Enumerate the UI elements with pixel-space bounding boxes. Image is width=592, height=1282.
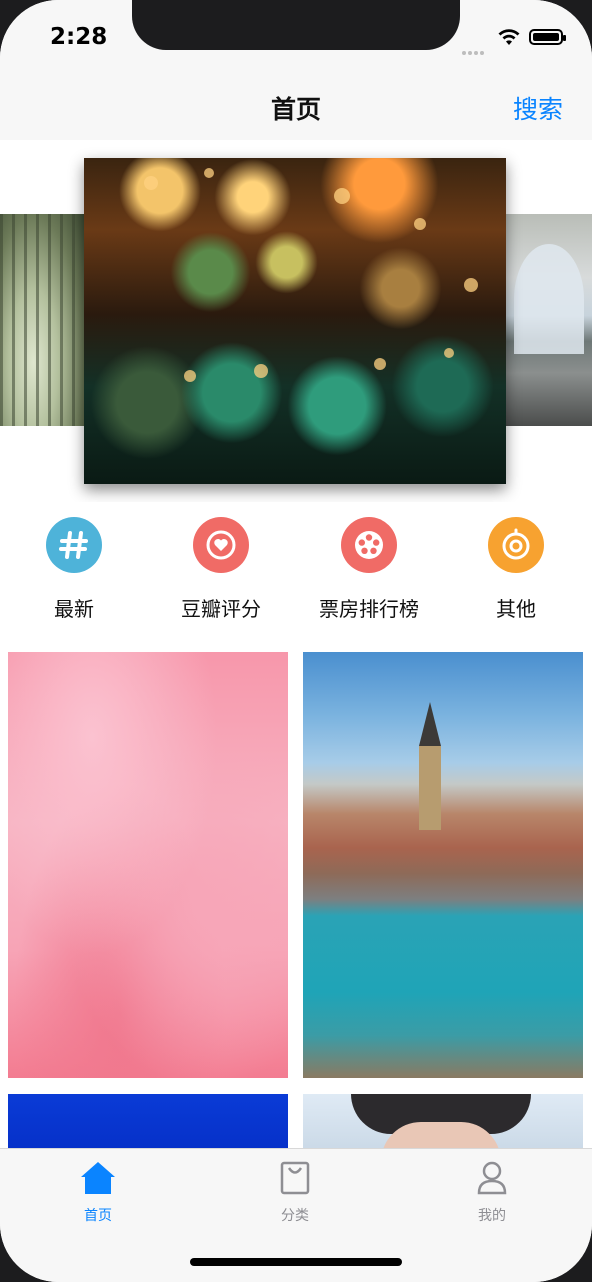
tab-label: 我的 bbox=[478, 1208, 506, 1224]
tab-label: 首页 bbox=[84, 1208, 112, 1224]
tab-label: 分类 bbox=[281, 1208, 309, 1224]
tab-mine[interactable]: 我的 bbox=[394, 1159, 590, 1225]
category-row: 最新 豆瓣评分 票房排行榜 其他 bbox=[0, 502, 592, 640]
bokeh-light bbox=[444, 348, 454, 358]
bokeh-light bbox=[184, 370, 196, 382]
navigation-bar: 首页 搜索 bbox=[0, 76, 592, 140]
banner-carousel[interactable] bbox=[0, 140, 592, 503]
search-button[interactable]: 搜索 bbox=[513, 90, 563, 126]
target-icon bbox=[488, 517, 544, 573]
category-other[interactable]: 其他 bbox=[442, 517, 590, 622]
cellular-signal-icon bbox=[462, 40, 486, 59]
bokeh-light bbox=[464, 278, 478, 292]
bokeh-light bbox=[414, 218, 426, 230]
bokeh-light bbox=[254, 364, 268, 378]
home-indicator[interactable] bbox=[190, 1258, 402, 1266]
bokeh-light bbox=[144, 176, 158, 190]
bokeh-light bbox=[204, 168, 214, 178]
grid-card-pink-texture[interactable] bbox=[8, 652, 288, 1078]
bag-icon bbox=[276, 1159, 314, 1197]
image-grid bbox=[0, 640, 592, 1148]
grid-card-blue[interactable] bbox=[8, 1094, 288, 1148]
tab-home[interactable]: 首页 bbox=[0, 1159, 196, 1225]
category-label: 最新 bbox=[54, 597, 94, 621]
home-icon bbox=[79, 1159, 117, 1197]
battery-icon bbox=[529, 29, 566, 45]
phone-screen: 2:28 首页 搜索 最新 豆瓣评分 票房排行榜 其他 首页 分类 我的 bbox=[0, 0, 592, 1282]
carousel-slide-forest[interactable] bbox=[0, 214, 84, 426]
category-label: 豆瓣评分 bbox=[181, 597, 261, 621]
bokeh-light bbox=[334, 188, 350, 204]
church-spire bbox=[419, 702, 441, 746]
carousel-slide-cave-beach[interactable] bbox=[506, 214, 592, 426]
church-tower bbox=[419, 746, 441, 830]
page-title: 首页 bbox=[270, 95, 321, 124]
profile-icon bbox=[473, 1159, 511, 1197]
category-latest[interactable]: 最新 bbox=[0, 517, 148, 622]
hash-icon bbox=[46, 517, 102, 573]
category-box-office[interactable]: 票房排行榜 bbox=[295, 517, 443, 622]
category-label: 票房排行榜 bbox=[319, 597, 419, 621]
film-reel-icon bbox=[341, 517, 397, 573]
carousel-slide-snow-globes[interactable] bbox=[84, 158, 506, 484]
grid-card-city-view[interactable] bbox=[303, 652, 583, 1078]
status-time: 2:28 bbox=[50, 24, 108, 50]
wifi-icon bbox=[498, 29, 520, 45]
category-label: 其他 bbox=[496, 597, 536, 621]
tab-category[interactable]: 分类 bbox=[197, 1159, 393, 1225]
bokeh-light bbox=[374, 358, 386, 370]
grid-card-portrait[interactable] bbox=[303, 1094, 583, 1148]
device-notch bbox=[132, 0, 460, 50]
category-douban-rating[interactable]: 豆瓣评分 bbox=[147, 517, 295, 622]
heart-icon bbox=[193, 517, 249, 573]
